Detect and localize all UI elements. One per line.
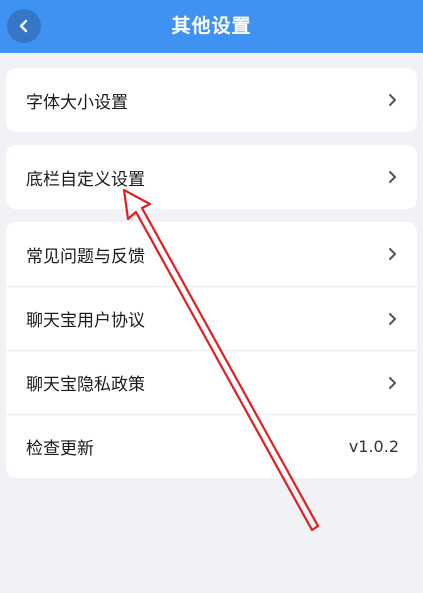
settings-item-label: 常见问题与反馈 [26, 246, 145, 267]
settings-item-font-size[interactable]: 字体大小设置 [6, 68, 417, 132]
header-bar: 其他设置 [0, 0, 423, 53]
chevron-right-icon [385, 312, 399, 326]
settings-item-bottom-bar-custom[interactable]: 底栏自定义设置 [6, 145, 417, 209]
chevron-right-icon [385, 376, 399, 390]
settings-item-check-update[interactable]: 检查更新 v1.0.2 [6, 414, 417, 478]
settings-item-label: 字体大小设置 [26, 92, 128, 113]
settings-card-about: 常见问题与反馈 聊天宝用户协议 聊天宝隐私政策 检查更新 v1.0.2 [6, 222, 417, 478]
chevron-right-icon [385, 170, 399, 184]
settings-item-label: 聊天宝用户协议 [26, 311, 145, 331]
settings-card-font: 字体大小设置 [6, 68, 417, 132]
settings-item-label: 底栏自定义设置 [26, 169, 145, 190]
chevron-right-icon [385, 247, 399, 261]
settings-card-bottom-bar: 底栏自定义设置 [6, 145, 417, 209]
settings-item-faq-feedback[interactable]: 常见问题与反馈 [6, 222, 417, 286]
settings-item-label: 检查更新 [26, 439, 94, 459]
settings-item-label: 聊天宝隐私政策 [26, 375, 145, 395]
version-value: v1.0.2 [348, 437, 399, 456]
settings-item-user-agreement[interactable]: 聊天宝用户协议 [6, 286, 417, 350]
chevron-right-icon [385, 93, 399, 107]
settings-item-privacy-policy[interactable]: 聊天宝隐私政策 [6, 350, 417, 414]
page-title: 其他设置 [171, 15, 252, 37]
